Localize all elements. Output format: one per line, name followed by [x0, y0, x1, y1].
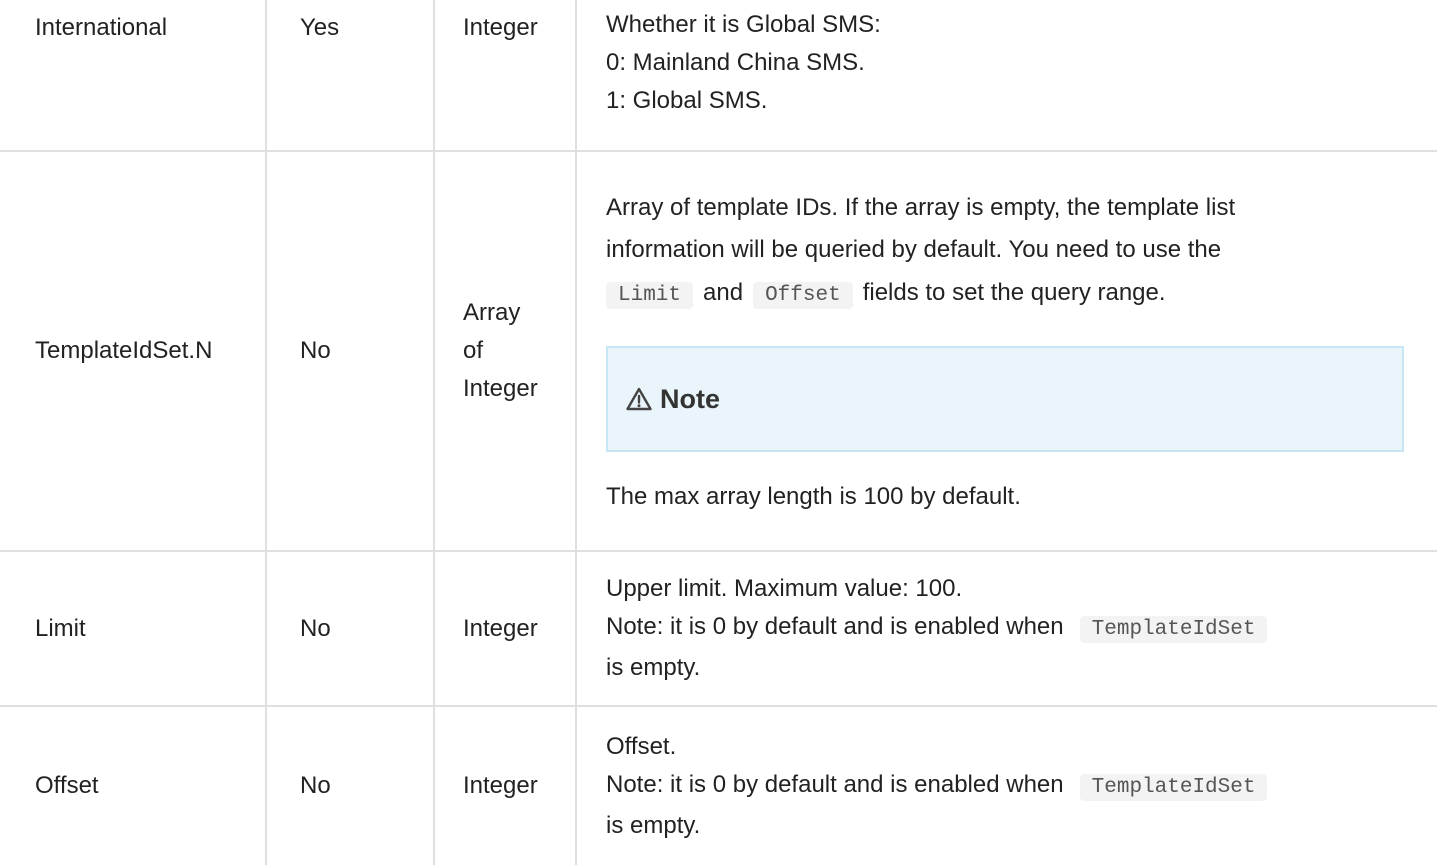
description-head: Note: it is 0 by default and is enabled …	[606, 613, 1064, 640]
table-cell-required: No	[300, 337, 331, 364]
description-tail: fields to set the query range.	[862, 278, 1166, 306]
table-cell-type: Integer	[463, 13, 538, 41]
description-text: Note: it is 0 by default and is enabled …	[606, 766, 1277, 807]
description-text: The max array length is 100 by default.	[606, 482, 1021, 510]
table-cell-type: Integer	[463, 772, 538, 799]
parameters-table: International Yes Integer Whether it is …	[0, 0, 1437, 865]
description-text: is empty.	[606, 811, 701, 839]
table-cell-type: Array of Integer	[463, 152, 573, 550]
inline-code: TemplateIdSet	[1079, 773, 1268, 801]
joiner-text: and	[703, 278, 744, 306]
table-cell-description: Offset. Note: it is 0 by default and is …	[606, 707, 1406, 865]
type-text: of	[463, 337, 484, 364]
table-cell-type: Integer	[463, 614, 538, 642]
description-text: 1: Global SMS.	[606, 87, 768, 114]
column-divider	[575, 0, 577, 865]
table-cell-name: Offset	[35, 772, 99, 799]
type-text: Array	[463, 299, 521, 326]
description-text: 0: Mainland China SMS.	[606, 49, 865, 76]
description-text: Offset.	[606, 732, 677, 760]
table-cell-required: Yes	[300, 13, 340, 41]
description-text: is empty.	[606, 654, 701, 681]
description-text: Upper limit. Maximum value: 100.	[606, 575, 963, 602]
column-divider	[433, 0, 435, 865]
description-head: Note: it is 0 by default and is enabled …	[606, 770, 1064, 798]
warning-icon	[626, 387, 652, 410]
inline-code: Offset	[753, 281, 853, 309]
description-text: Whether it is Global SMS:	[606, 11, 881, 38]
table-cell-name: Limit	[35, 614, 86, 642]
description-text: Array of template IDs. If the array is e…	[606, 193, 1236, 221]
inline-code: Limit	[606, 281, 694, 309]
table-cell-required: No	[300, 614, 331, 642]
table-cell-description: Whether it is Global SMS: 0: Mainland Ch…	[606, 6, 1406, 130]
description-text: information will be queried by default. …	[606, 235, 1222, 263]
table-cell-name: TemplateIdSet.N	[35, 337, 213, 364]
type-text: Integer	[463, 375, 538, 402]
table-cell-description: Array of template IDs. If the array is e…	[606, 152, 1406, 550]
description-text: Note: it is 0 by default and is enabled …	[606, 608, 1277, 649]
description-text: Limit and Offset fields to set the query ra…	[606, 271, 1166, 318]
inline-code: TemplateIdSet	[1079, 616, 1268, 643]
table-cell-description: Upper limit. Maximum value: 100. Note: i…	[606, 552, 1406, 705]
table-cell-name: International	[35, 13, 168, 41]
column-divider	[265, 0, 267, 865]
table-cell-required: No	[300, 772, 331, 799]
note-callout: Note	[606, 345, 1404, 452]
note-title: Note	[660, 383, 720, 414]
